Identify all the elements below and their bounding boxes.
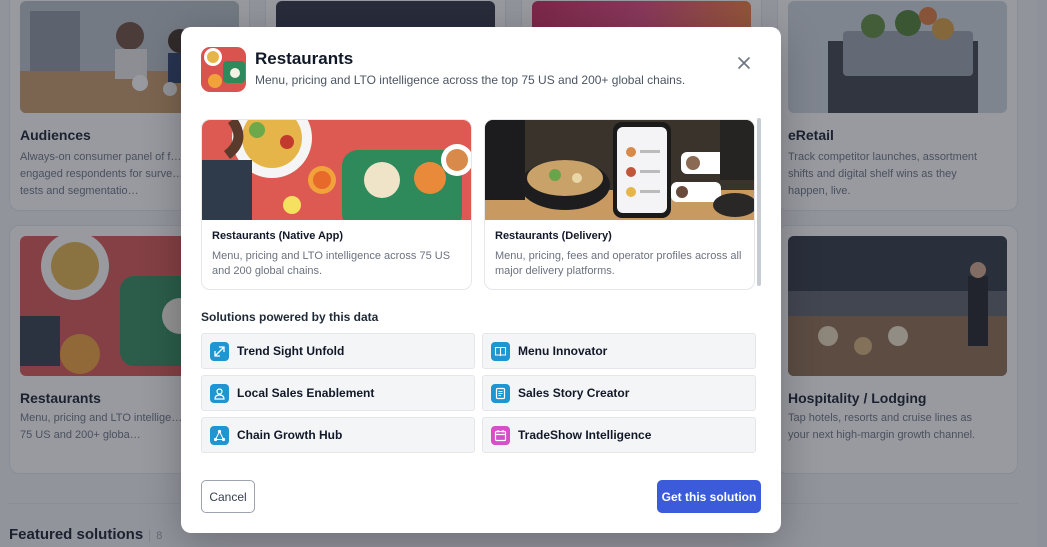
book-icon	[491, 342, 510, 361]
solution-tradeshow-intelligence[interactable]: TradeShow Intelligence	[482, 417, 756, 453]
document-icon	[491, 384, 510, 403]
modal-subtitle: Menu, pricing and LTO intelligence acros…	[255, 73, 686, 87]
dataset-card-delivery[interactable]: Restaurants (Delivery) Menu, pricing, fe…	[484, 119, 755, 290]
cancel-button[interactable]: Cancel	[201, 480, 255, 513]
dataset-description: Menu, pricing, fees and operator profile…	[495, 250, 742, 277]
solution-label: Sales Story Creator	[518, 386, 630, 400]
solution-chain-growth-hub[interactable]: Chain Growth Hub	[201, 417, 475, 453]
solution-local-sales-enablement[interactable]: Local Sales Enablement	[201, 375, 475, 411]
network-icon	[210, 426, 229, 445]
close-button[interactable]	[735, 54, 753, 72]
modal-title: Restaurants	[255, 49, 354, 68]
calendar-icon	[491, 426, 510, 445]
solution-label: Local Sales Enablement	[237, 386, 375, 400]
datasets-scrollbar[interactable]	[757, 118, 761, 286]
solution-sales-story-creator[interactable]: Sales Story Creator	[482, 375, 756, 411]
native-app-image	[202, 120, 471, 230]
get-solution-button[interactable]: Get this solution	[657, 480, 761, 513]
expand-arrows-icon	[210, 342, 229, 361]
dataset-name: Restaurants (Native App)	[212, 230, 344, 242]
dataset-card-native-app[interactable]: Restaurants (Native App) Menu, pricing a…	[201, 119, 472, 290]
close-icon	[738, 57, 750, 69]
solution-label: Chain Growth Hub	[237, 428, 343, 442]
restaurants-modal: Restaurants Menu, pricing and LTO intell…	[181, 27, 781, 533]
dataset-description: Menu, pricing and LTO intelligence acros…	[212, 250, 451, 277]
solution-trend-sight-unfold[interactable]: Trend Sight Unfold	[201, 333, 475, 369]
solution-menu-innovator[interactable]: Menu Innovator	[482, 333, 756, 369]
solution-label: TradeShow Intelligence	[518, 428, 652, 442]
user-icon	[210, 384, 229, 403]
solution-label: Menu Innovator	[518, 344, 608, 358]
solution-label: Trend Sight Unfold	[237, 344, 345, 358]
dataset-name: Restaurants (Delivery)	[495, 230, 612, 242]
restaurants-thumbnail	[201, 47, 246, 92]
solutions-heading: Solutions powered by this data	[201, 310, 379, 324]
delivery-image	[485, 120, 754, 220]
